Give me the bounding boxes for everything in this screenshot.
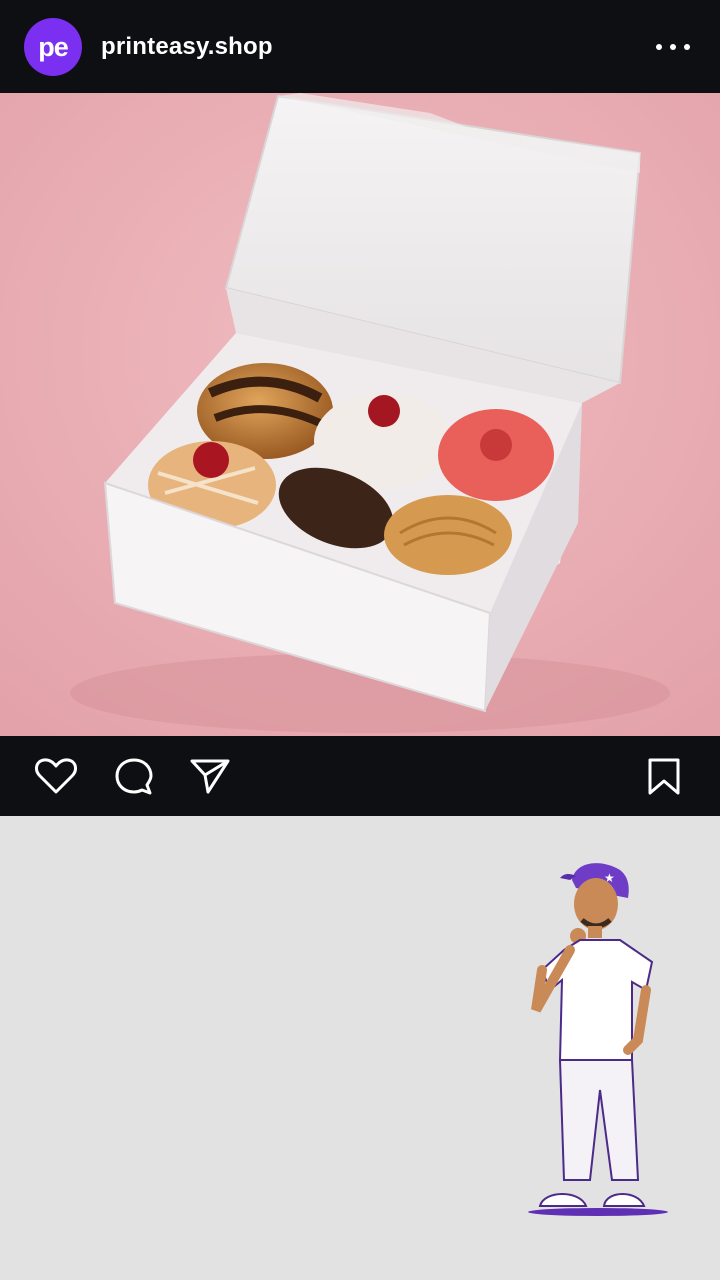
account-name[interactable]: printeasy.shop [101,33,273,61]
post-image[interactable] [0,93,720,736]
lower-content-area: ★ [0,816,720,1280]
pastry-box-illustration [0,93,720,736]
mascot-illustration: ★ [528,863,668,1216]
comment-icon[interactable] [112,756,156,796]
post-action-bar [0,736,720,816]
bookmark-icon[interactable] [642,756,686,796]
account-avatar[interactable]: pe [24,18,82,76]
more-options-icon[interactable] [656,36,690,58]
send-icon[interactable] [188,756,232,796]
post-header: pe printeasy.shop [0,0,720,93]
heart-icon[interactable] [34,756,78,796]
